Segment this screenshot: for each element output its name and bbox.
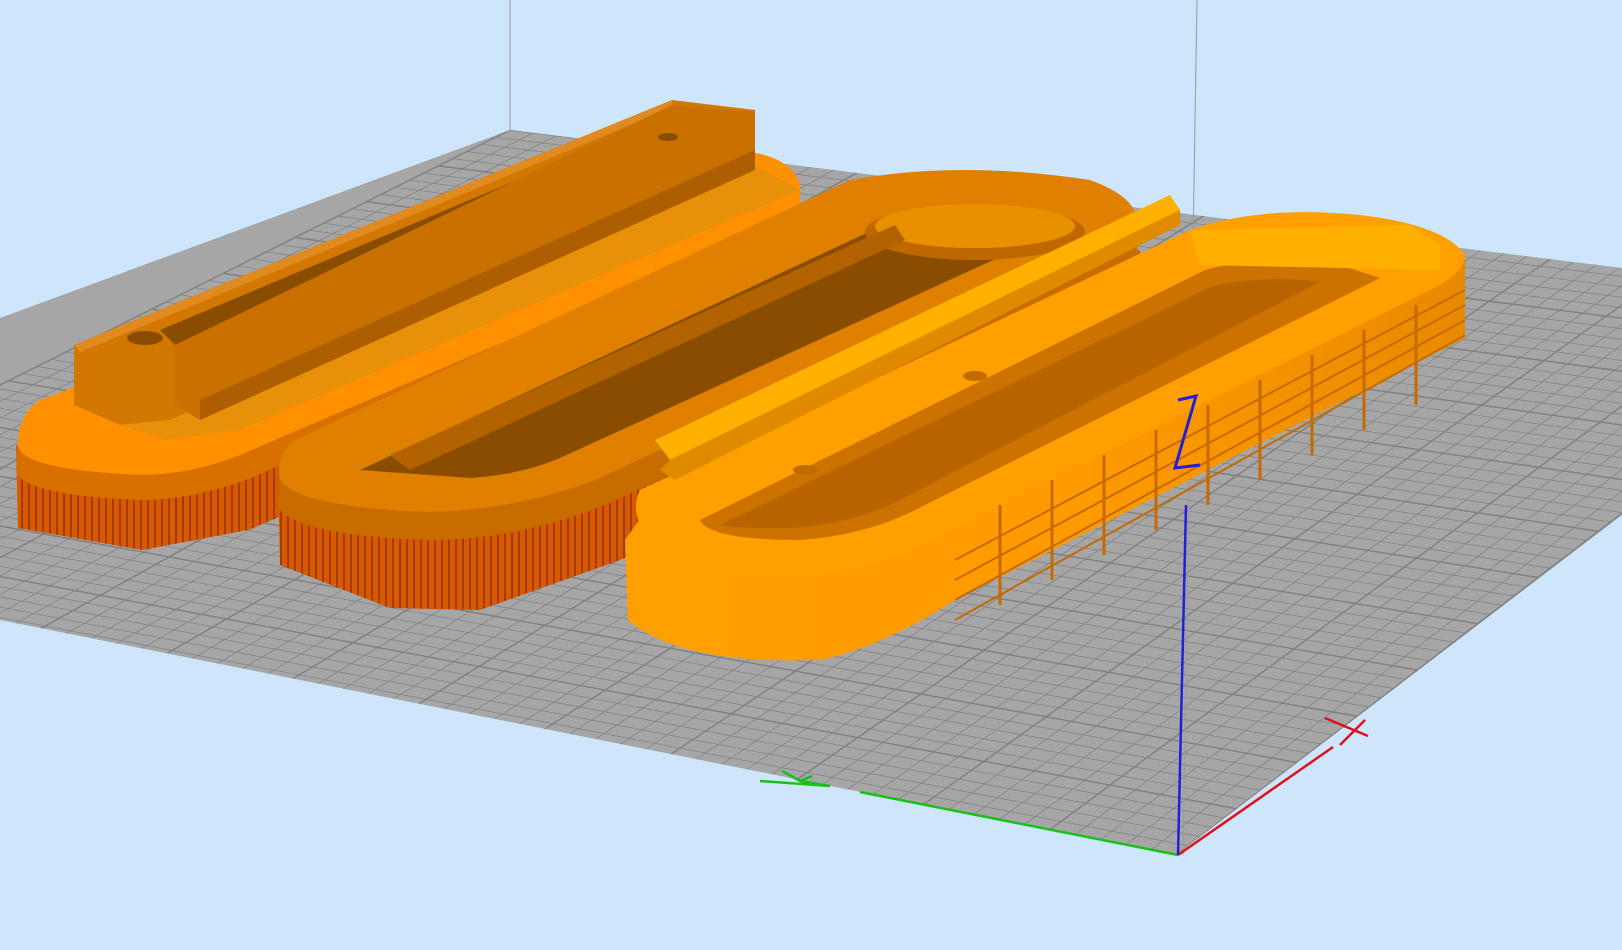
3d-viewport[interactable] bbox=[0, 0, 1622, 950]
3d-scene[interactable] bbox=[0, 0, 1622, 950]
